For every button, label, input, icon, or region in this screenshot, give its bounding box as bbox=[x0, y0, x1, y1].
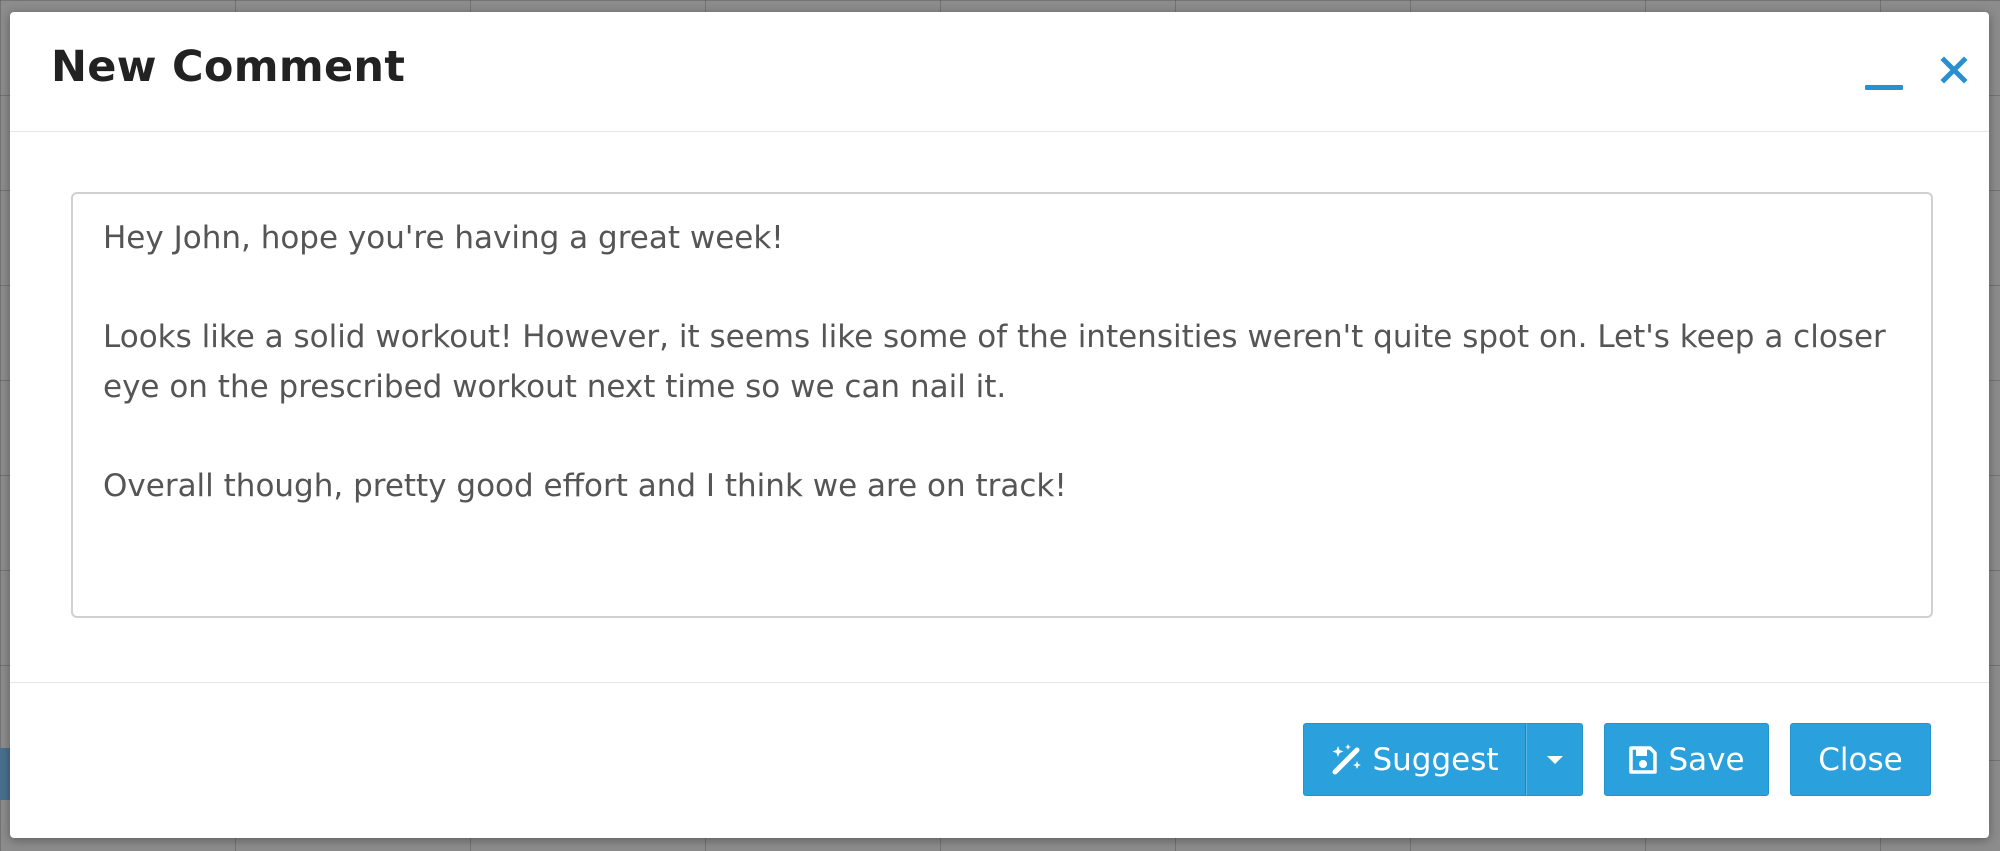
save-label: Save bbox=[1668, 741, 1745, 778]
dialog-header: New Comment bbox=[10, 12, 1989, 132]
background-strip bbox=[0, 748, 10, 800]
suggest-button[interactable]: Suggest bbox=[1303, 723, 1526, 796]
comment-textarea[interactable]: Hey John, hope you're having a great wee… bbox=[71, 192, 1933, 618]
close-label: Close bbox=[1818, 741, 1903, 778]
minimize-icon[interactable] bbox=[1863, 50, 1907, 94]
close-button[interactable]: Close bbox=[1790, 723, 1931, 796]
suggest-dropdown-button[interactable] bbox=[1526, 723, 1583, 796]
new-comment-dialog: New Comment Hey John, hope you're having… bbox=[10, 12, 1989, 838]
dialog-title: New Comment bbox=[51, 42, 406, 92]
dialog-body: Hey John, hope you're having a great wee… bbox=[10, 132, 1989, 692]
close-icon[interactable] bbox=[1932, 50, 1976, 94]
magic-wand-icon bbox=[1330, 743, 1364, 777]
dialog-footer: Suggest Save Close bbox=[10, 682, 1989, 838]
caret-down-icon bbox=[1545, 754, 1565, 766]
suggest-label: Suggest bbox=[1372, 741, 1499, 778]
save-button[interactable]: Save bbox=[1604, 723, 1769, 796]
floppy-disk-icon bbox=[1628, 745, 1658, 775]
